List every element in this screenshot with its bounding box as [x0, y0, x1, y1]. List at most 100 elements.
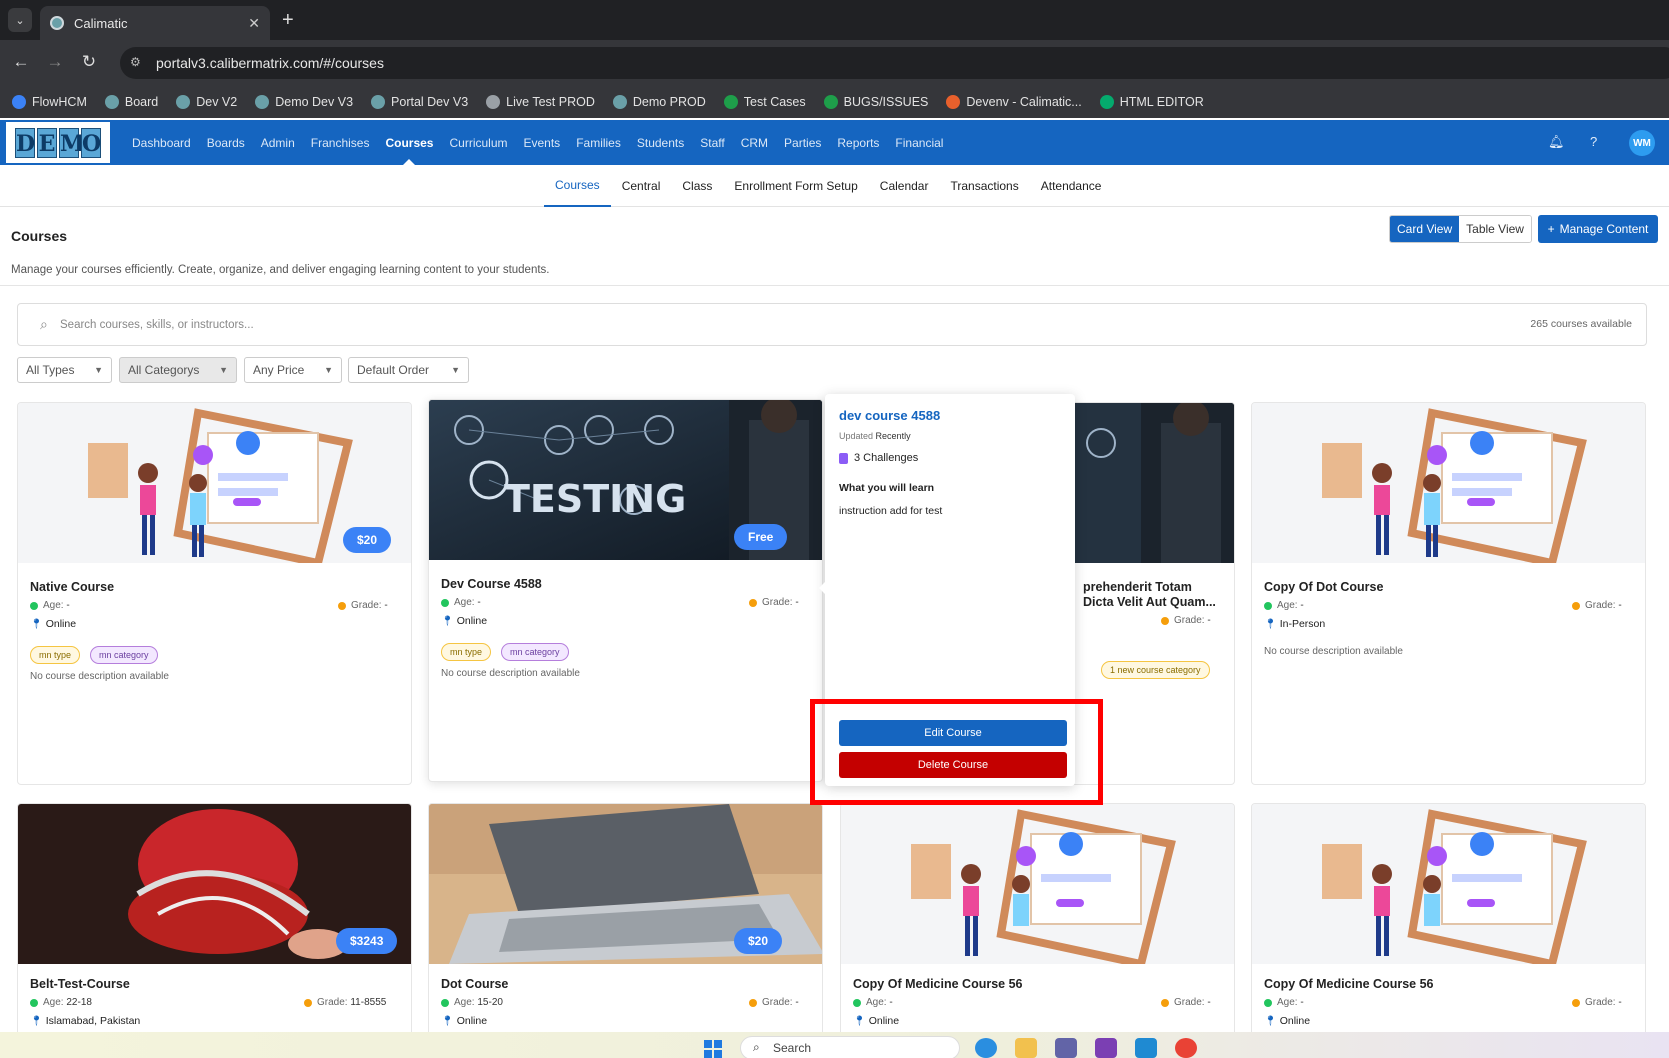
globe-icon [612, 95, 627, 109]
course-title[interactable]: Belt-Test-Course [30, 977, 130, 991]
avatar[interactable]: WM [1629, 130, 1655, 156]
tab-transactions[interactable]: Transactions [939, 165, 1029, 207]
category-filter[interactable]: All Categorys ▼ [119, 357, 237, 383]
teams-icon[interactable] [1055, 1038, 1077, 1058]
order-filter-label: Default Order [357, 363, 430, 377]
globe-icon [371, 95, 386, 109]
visual-studio-icon[interactable] [1095, 1038, 1117, 1058]
tab-calendar[interactable]: Calendar [869, 165, 940, 207]
price-badge: $3243 [336, 928, 398, 954]
course-title[interactable]: Dev Course 4588 [441, 577, 542, 591]
course-card[interactable]: Copy Of Medicine Course 56 Age: - Grade:… [840, 803, 1235, 1043]
back-icon[interactable]: ← [10, 52, 32, 72]
reload-icon[interactable]: ↻ [78, 52, 100, 72]
tab-close-icon[interactable]: ✕ [248, 15, 260, 32]
nav-item-families[interactable]: Families [568, 120, 629, 165]
tab-class[interactable]: Class [671, 165, 723, 207]
course-title-line2[interactable]: Dicta Velit Aut Quam... [1083, 595, 1216, 609]
type-filter[interactable]: All Types ▼ [17, 357, 112, 383]
course-card[interactable]: $20 Dot Course Age: 15-20 Grade: - 📍︎ Onl… [428, 803, 823, 1043]
bookmark-item[interactable]: Live Test PROD [486, 95, 595, 109]
url-field[interactable]: ⚙ portalv3.calibermatrix.com/#/courses ⌕ [120, 47, 1669, 79]
taskbar-search-label: Search [773, 1041, 812, 1055]
manage-content-button[interactable]: + Manage Content [1538, 215, 1658, 243]
order-filter[interactable]: Default Order ▼ [348, 357, 469, 383]
bookmark-item[interactable]: BUGS/ISSUES [823, 95, 928, 109]
course-card[interactable]: Copy Of Dot Course Age: - Grade: - 📍︎ In-… [1251, 402, 1646, 785]
grade-dot-icon [1572, 998, 1580, 1007]
bookmark-item[interactable]: Board [104, 95, 158, 109]
search-input[interactable] [60, 315, 860, 335]
chrome-icon[interactable] [1175, 1038, 1197, 1058]
bell-icon[interactable]: 🔔︎ [1548, 134, 1565, 150]
calimatic-favicon-icon [50, 16, 64, 30]
nav-item-dashboard[interactable]: Dashboard [124, 120, 199, 165]
new-tab-icon[interactable]: + [282, 8, 294, 32]
location: 📍︎ Islamabad, Pakistan [30, 1015, 141, 1027]
tab-enrollment-form-setup[interactable]: Enrollment Form Setup [723, 165, 868, 207]
nav-item-boards[interactable]: Boards [199, 120, 253, 165]
tab-attendance[interactable]: Attendance [1030, 165, 1113, 207]
course-title[interactable]: Copy Of Medicine Course 56 [853, 977, 1022, 991]
type-tag: mn type [441, 643, 492, 661]
bookmark-item[interactable]: HTML EDITOR [1099, 95, 1204, 109]
bookmark-item[interactable]: Devenv - Calimatic... [946, 95, 1082, 109]
nav-item-staff[interactable]: Staff [692, 120, 732, 165]
nav-item-financial[interactable]: Financial [887, 120, 951, 165]
nav-item-parties[interactable]: Parties [776, 120, 829, 165]
table-view-button[interactable]: Table View [1459, 216, 1531, 242]
course-card[interactable]: Copy Of Medicine Course 56 Age: - Grade:… [1251, 803, 1646, 1043]
taskbar-search[interactable]: ⌕ Search [740, 1036, 960, 1058]
pin-icon: 📍︎ [1264, 1015, 1277, 1027]
course-title[interactable]: prehenderit Totam [1083, 580, 1192, 594]
nav-item-courses[interactable]: Courses [377, 120, 441, 165]
bookmark-item[interactable]: Test Cases [723, 95, 806, 109]
w3-icon [1099, 95, 1114, 109]
tab-courses[interactable]: Courses [544, 165, 611, 207]
course-card[interactable]: $20 Native Course Age: - Grade: - 📍︎ Onli… [17, 402, 412, 785]
category-filter-label: All Categorys [128, 363, 200, 377]
bookmark-item[interactable]: Dev V2 [176, 95, 237, 109]
tab-central[interactable]: Central [611, 165, 672, 207]
price-filter[interactable]: Any Price ▼ [244, 357, 342, 383]
bookmark-item[interactable]: Demo Dev V3 [255, 95, 353, 109]
bookmark-label: Demo Dev V3 [275, 95, 354, 109]
browser-tab[interactable]: Calimatic ✕ [40, 6, 270, 40]
bookmark-item[interactable]: Portal Dev V3 [371, 95, 468, 109]
globe-icon [176, 95, 191, 109]
course-title[interactable]: Dot Course [441, 977, 508, 991]
nav-item-franchises[interactable]: Franchises [303, 120, 378, 165]
vscode-icon[interactable] [1135, 1038, 1157, 1058]
nav-item-crm[interactable]: CRM [733, 120, 776, 165]
tab-search-icon[interactable]: ⌄ [8, 8, 32, 32]
windows-start-icon[interactable] [704, 1040, 722, 1058]
course-title[interactable]: Native Course [30, 580, 114, 594]
forward-icon[interactable]: → [44, 52, 66, 72]
bookmark-item[interactable]: FlowHCM [12, 95, 87, 109]
popover-title[interactable]: dev course 4588 [839, 408, 940, 423]
nav-item-reports[interactable]: Reports [829, 120, 887, 165]
bookmark-item[interactable]: Demo PROD [612, 95, 706, 109]
bookmarks-bar: FlowHCM Board Dev V2 Demo Dev V3 Portal Dev … [0, 86, 1669, 118]
demo-logo[interactable]: DEMO [6, 122, 110, 163]
course-illustration [841, 804, 1234, 964]
grade-dot-icon [304, 998, 312, 1007]
course-title[interactable]: Copy Of Medicine Course 56 [1264, 977, 1433, 991]
site-settings-icon[interactable]: ⚙ [130, 55, 146, 71]
edge-icon[interactable] [975, 1038, 997, 1058]
card-view-button[interactable]: Card View [1390, 216, 1460, 242]
course-card[interactable]: $3243 Belt-Test-Course Age: 22-18 Grade:… [17, 803, 412, 1043]
search-icon: ⌕ [753, 1040, 760, 1054]
globe-icon [255, 95, 270, 109]
help-icon[interactable]: ? [1590, 134, 1597, 149]
course-title[interactable]: Copy Of Dot Course [1264, 580, 1383, 594]
file-explorer-icon[interactable] [1015, 1038, 1037, 1058]
location: 📍︎ Online [1264, 1015, 1311, 1027]
nav-item-events[interactable]: Events [516, 120, 569, 165]
course-illustration [1252, 804, 1645, 964]
nav-item-admin[interactable]: Admin [253, 120, 303, 165]
nav-item-curriculum[interactable]: Curriculum [441, 120, 515, 165]
course-card[interactable]: TESTING Free Dev Course 4588 Age: - Grad… [428, 399, 823, 782]
nav-item-students[interactable]: Students [629, 120, 692, 165]
grade-info: Grade: - [1161, 997, 1211, 1008]
